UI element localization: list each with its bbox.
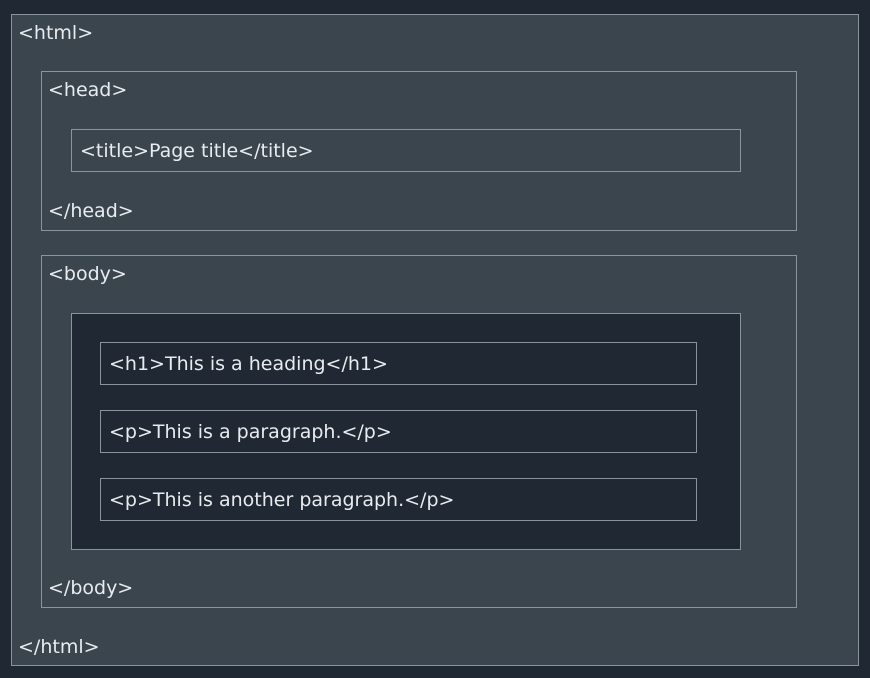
body-content-box: <h1>This is a heading</h1> <p>This is a …	[71, 313, 741, 550]
title-element-box: <title>Page title</title>	[71, 129, 741, 172]
another-paragraph-element-box: <p>This is another paragraph.</p>	[100, 478, 697, 521]
html-close-tag: </html>	[18, 636, 100, 658]
paragraph-element-box: <p>This is a paragraph.</p>	[100, 410, 697, 453]
h1-element-box: <h1>This is a heading</h1>	[100, 342, 697, 385]
body-close-tag: </body>	[48, 577, 134, 599]
html-element-box: <html> <head> <title>Page title</title> …	[11, 14, 859, 666]
another-paragraph-element-code: <p>This is another paragraph.</p>	[109, 488, 455, 511]
paragraph-element-code: <p>This is a paragraph.</p>	[109, 420, 392, 443]
body-element-box: <body> <h1>This is a heading</h1> <p>Thi…	[41, 255, 797, 608]
body-open-tag: <body>	[48, 263, 127, 285]
head-close-tag: </head>	[48, 200, 134, 222]
head-open-tag: <head>	[48, 79, 128, 101]
head-element-box: <head> <title>Page title</title> </head>	[41, 71, 797, 231]
h1-element-code: <h1>This is a heading</h1>	[109, 352, 388, 375]
title-element-code: <title>Page title</title>	[80, 139, 314, 162]
html-open-tag: <html>	[18, 22, 94, 44]
